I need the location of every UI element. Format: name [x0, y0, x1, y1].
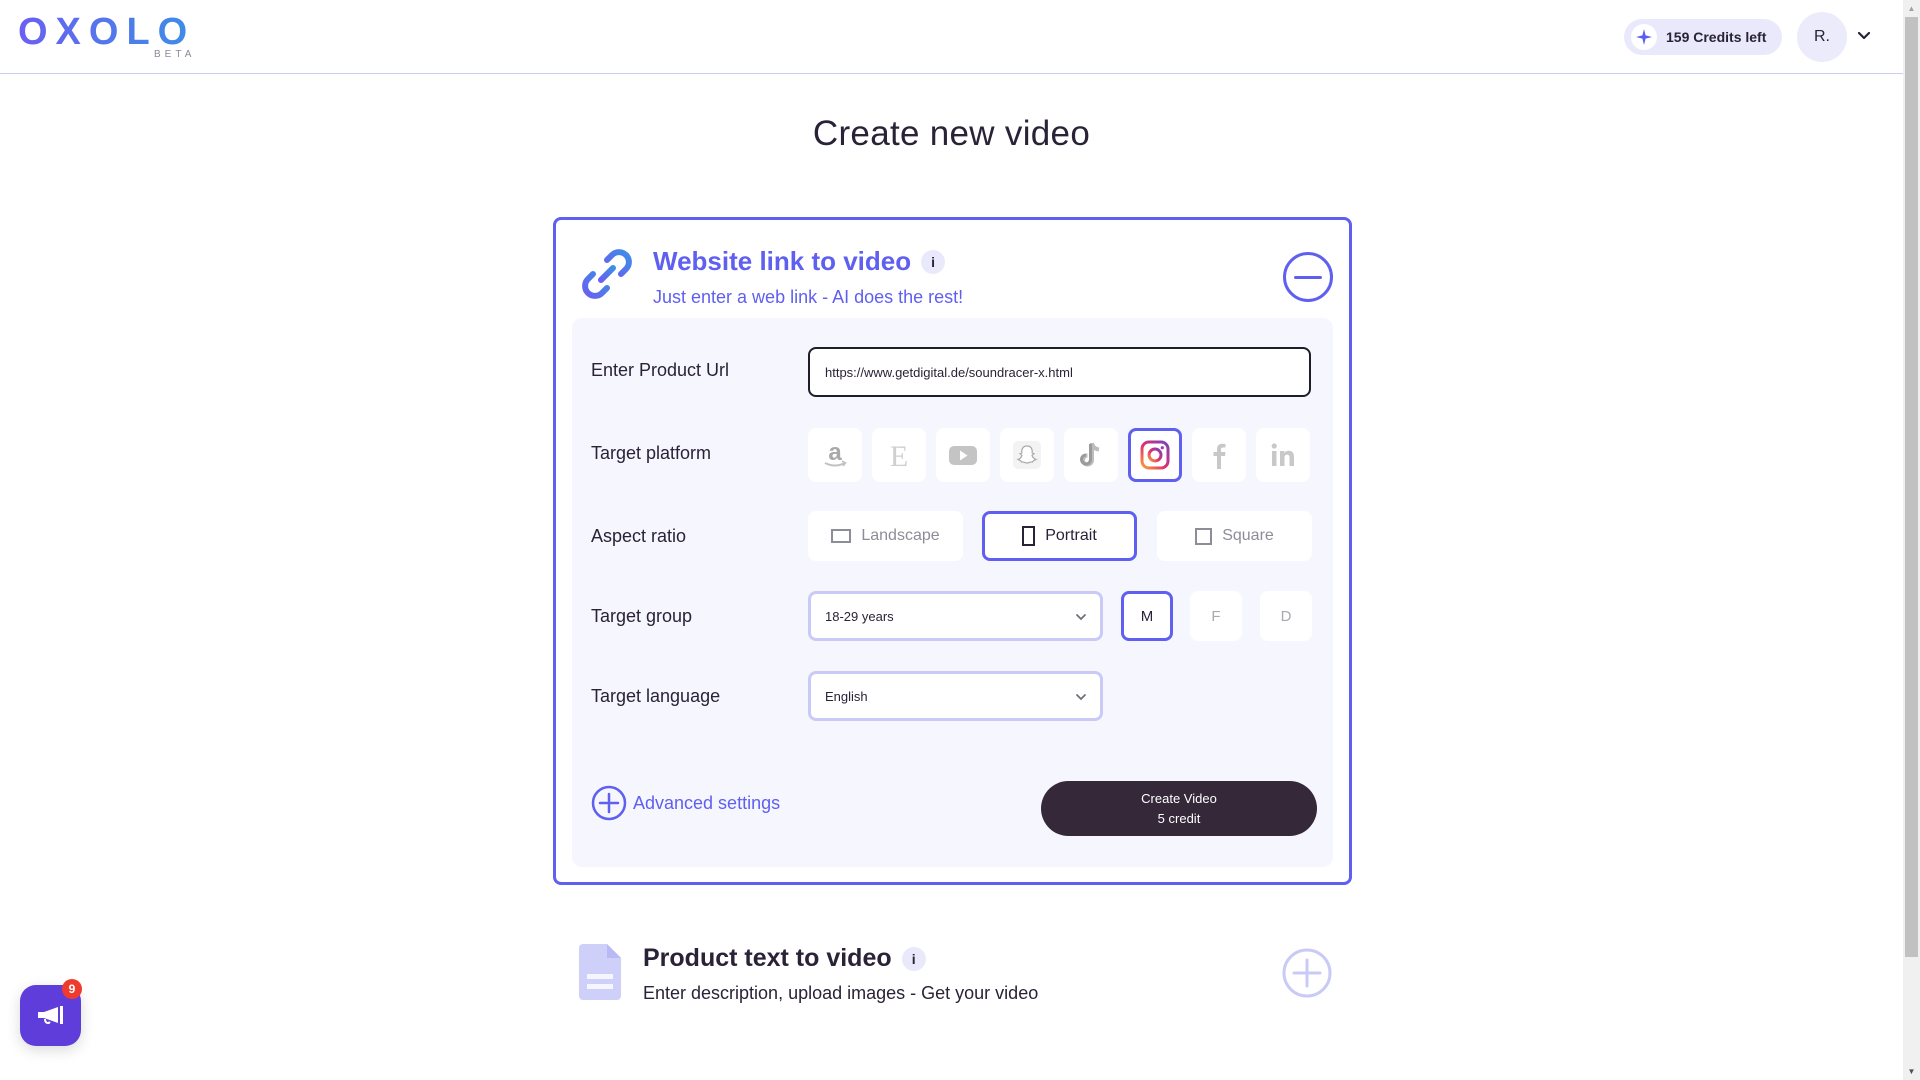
website-form-panel: Enter Product Url Target platform a E: [572, 318, 1333, 867]
landscape-icon: [831, 529, 852, 543]
advanced-settings-label: Advanced settings: [633, 792, 781, 813]
platform-label: Target platform: [591, 443, 712, 463]
aspect-label: Aspect ratio: [591, 526, 687, 546]
target-group-value: 18-29 years: [825, 608, 894, 624]
logo-text: OXOLO: [18, 11, 196, 53]
top-header: OXOLO BETA 159 Credits left R.: [0, 0, 1903, 74]
target-group-label: Target group: [591, 606, 693, 626]
snapchat-icon: [1013, 441, 1041, 469]
platform-instagram[interactable]: [1128, 428, 1182, 482]
scroll-down-arrow-icon[interactable]: ▼: [1903, 1063, 1920, 1080]
platform-etsy[interactable]: E: [872, 428, 926, 482]
platform-amazon[interactable]: a: [808, 428, 862, 482]
document-icon: [579, 944, 621, 1000]
page-title: Create new video: [812, 114, 1091, 153]
gender-m-option[interactable]: M: [1121, 591, 1173, 641]
oxolo-logo[interactable]: OXOLO BETA: [18, 12, 203, 62]
scroll-up-arrow-icon[interactable]: ▲: [1903, 0, 1920, 17]
platform-tiktok[interactable]: [1064, 428, 1118, 482]
target-language-label: Target language: [591, 686, 721, 706]
logo-beta-label: BETA: [154, 49, 196, 60]
youtube-icon: [949, 446, 977, 465]
platform-youtube[interactable]: [936, 428, 990, 482]
website-link-card: Website link to video i Just enter a web…: [553, 217, 1352, 885]
create-video-cost: 5 credit: [1157, 810, 1201, 826]
collapse-button[interactable]: [1283, 252, 1333, 302]
sparkle-icon: [1631, 24, 1657, 50]
svg-text:a: a: [828, 439, 842, 466]
target-language-value: English: [825, 688, 868, 704]
advanced-settings-toggle[interactable]: Advanced settings: [591, 785, 780, 821]
target-group-select[interactable]: 18-29 years: [808, 591, 1103, 641]
aspect-option-label: Landscape: [861, 527, 940, 544]
card-title: Website link to video: [653, 246, 912, 276]
credits-text: 159 Credits left: [1666, 29, 1767, 45]
megaphone-icon: [37, 1005, 63, 1024]
section-title: Product text to video: [643, 944, 892, 972]
target-language-select[interactable]: English: [808, 671, 1103, 721]
aspect-landscape-option[interactable]: Landscape: [808, 511, 963, 561]
platform-facebook[interactable]: [1192, 428, 1246, 482]
svg-text:E: E: [890, 440, 908, 471]
minus-circle-icon: [1294, 275, 1322, 279]
url-label: Enter Product Url: [591, 360, 730, 380]
info-icon[interactable]: i: [921, 249, 946, 274]
platform-selector: a E: [808, 428, 1310, 482]
credits-badge[interactable]: 159 Credits left: [1624, 19, 1782, 55]
scrollbar-thumb[interactable]: [1905, 17, 1918, 957]
product-url-input[interactable]: [808, 347, 1311, 397]
aspect-square-option[interactable]: Square: [1157, 511, 1312, 561]
link-icon: [579, 246, 635, 302]
platform-linkedin[interactable]: [1256, 428, 1310, 482]
create-video-label: Create Video: [1141, 790, 1217, 806]
etsy-icon: E: [890, 440, 908, 471]
amazon-icon: a: [824, 439, 847, 467]
card-subtitle: Just enter a web link - AI does the rest…: [653, 287, 964, 307]
plus-circle-icon[interactable]: [1282, 948, 1332, 998]
aspect-option-label: Square: [1222, 527, 1274, 544]
chevron-down-icon[interactable]: [1854, 26, 1874, 46]
tiktok-icon: [1080, 442, 1100, 467]
aspect-portrait-option[interactable]: Portrait: [982, 511, 1137, 561]
notification-count-badge: 9: [62, 979, 82, 999]
user-avatar[interactable]: R.: [1797, 12, 1847, 62]
platform-snapchat[interactable]: [1000, 428, 1054, 482]
linkedin-icon: [1271, 443, 1294, 466]
plus-circle-icon: [591, 785, 627, 821]
instagram-icon: [1140, 440, 1170, 470]
portrait-icon: [1022, 526, 1036, 546]
page-scrollbar[interactable]: ▲ ▼: [1903, 0, 1920, 1080]
square-icon: [1195, 527, 1213, 545]
chevron-down-icon: [1076, 614, 1086, 621]
gender-d-option[interactable]: D: [1260, 591, 1312, 641]
gender-f-option[interactable]: F: [1190, 591, 1242, 641]
facebook-icon: [1213, 443, 1226, 469]
aspect-option-label: Portrait: [1045, 527, 1097, 544]
chevron-down-icon: [1076, 694, 1086, 701]
create-video-button[interactable]: Create Video 5 credit: [1041, 781, 1317, 836]
info-icon[interactable]: i: [901, 946, 926, 971]
section-subtitle: Enter description, upload images - Get y…: [643, 983, 1039, 1003]
product-text-section[interactable]: Product text to video i Enter descriptio…: [553, 930, 1352, 1020]
